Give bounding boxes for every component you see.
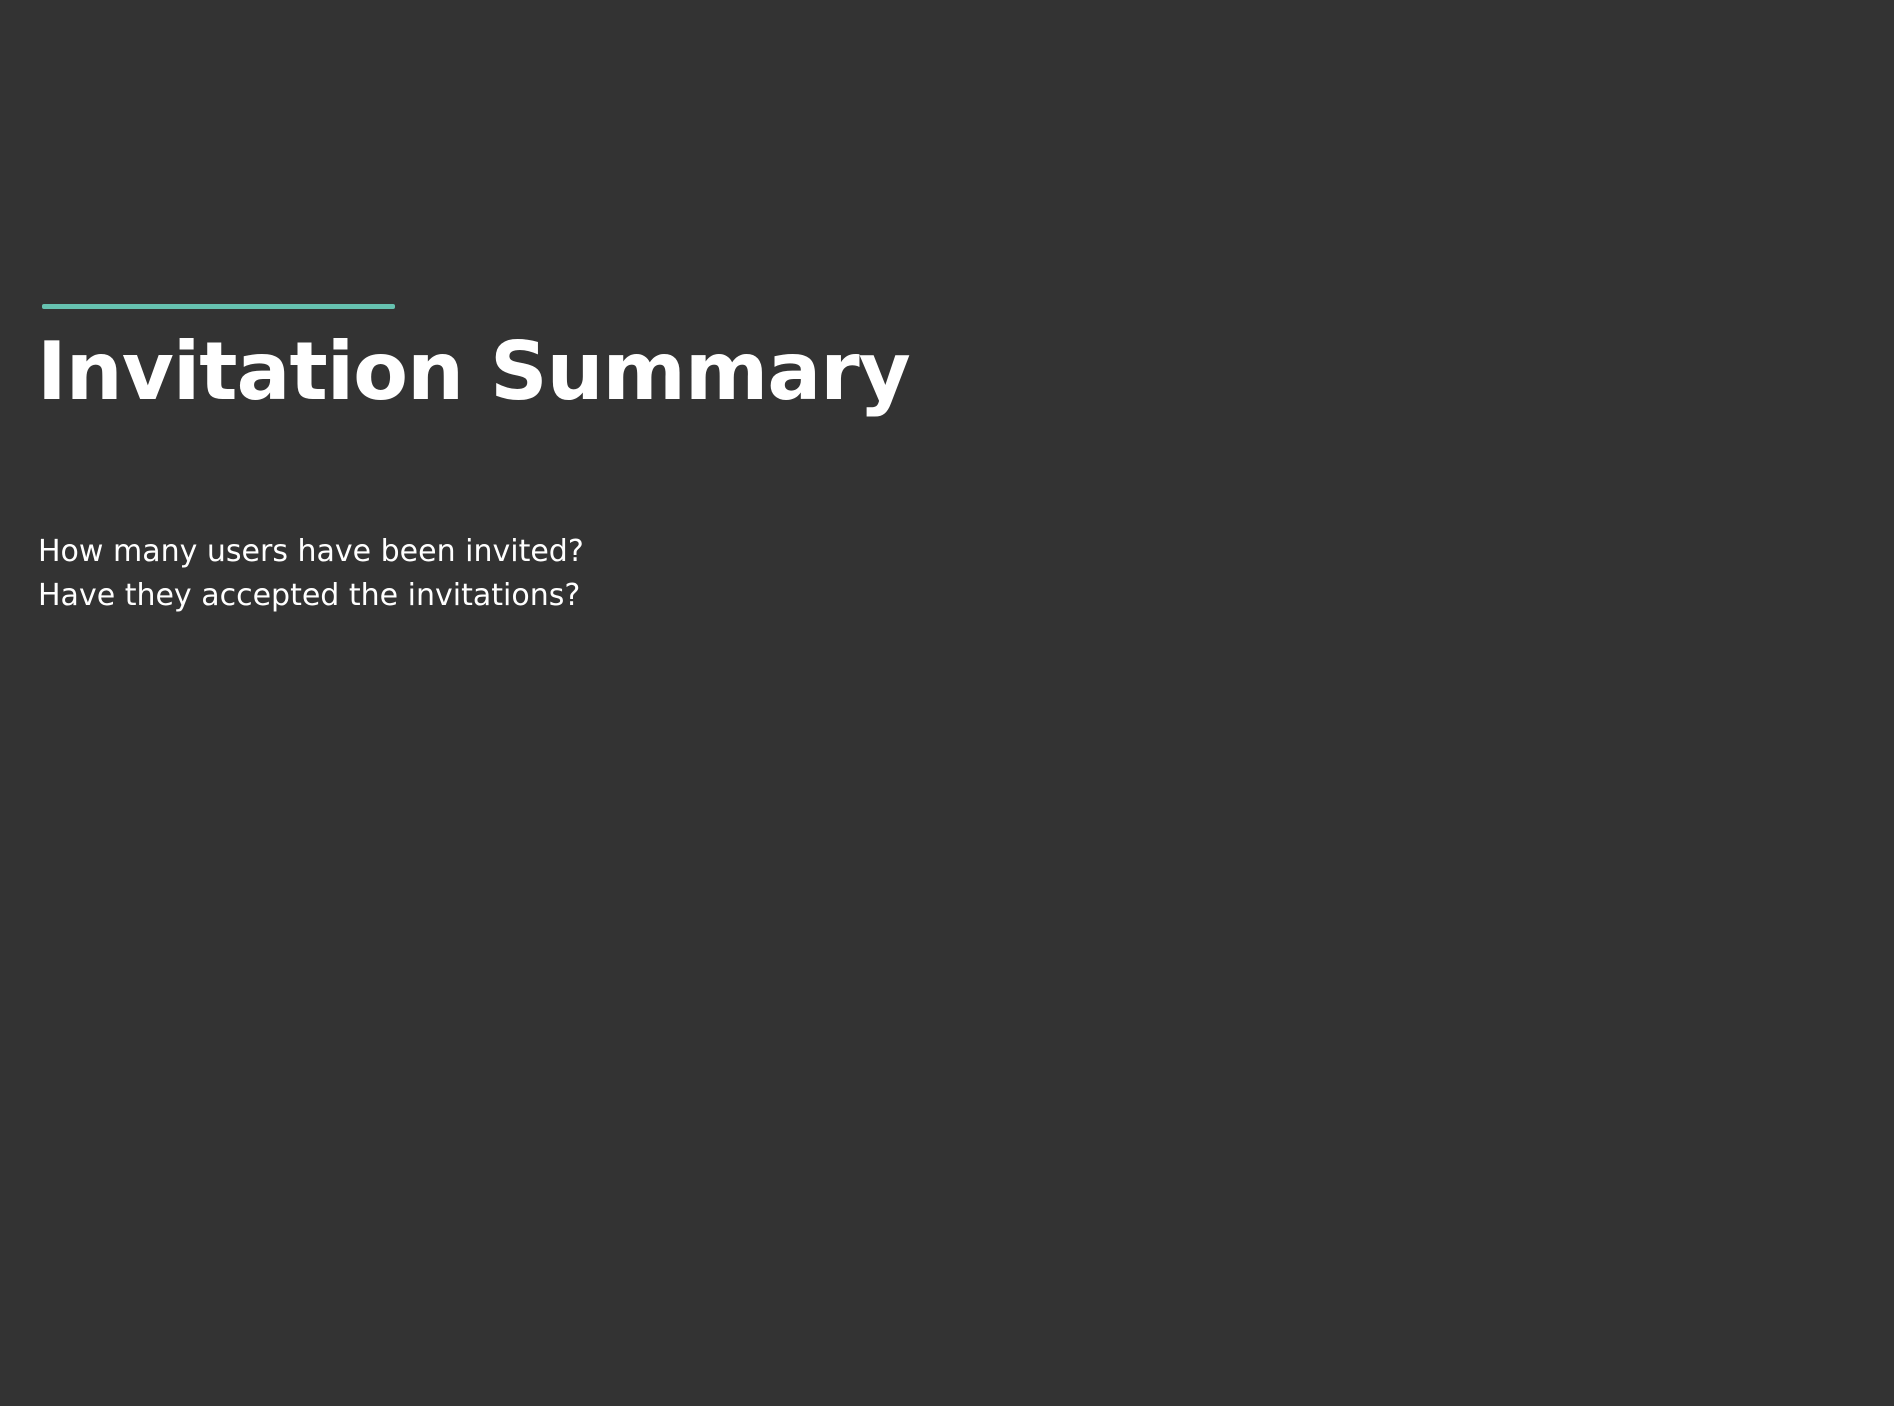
subtitle-line: How many users have been invited? <box>38 534 584 569</box>
slide: Invitation Summary How many users have b… <box>0 0 1894 1406</box>
slide-title: Invitation Summary <box>37 325 911 418</box>
accent-rule <box>42 304 395 309</box>
subtitle-line: Have they accepted the invitations? <box>38 578 581 613</box>
slide-subtitle: How many users have been invited? Have t… <box>38 530 584 618</box>
